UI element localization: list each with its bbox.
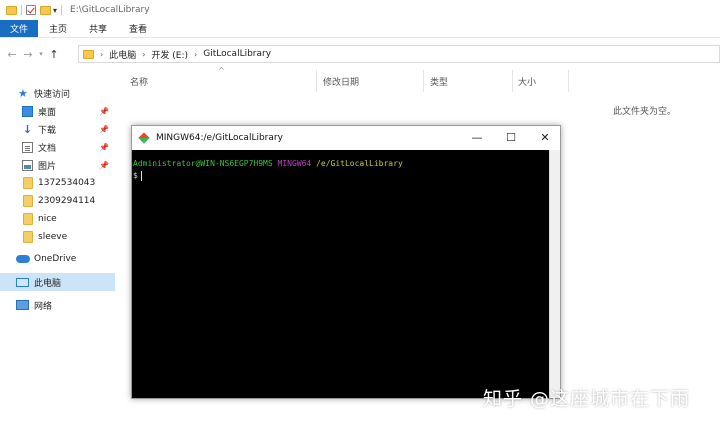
column-header-size[interactable]: 大小 [518,72,536,90]
navigation-bar: ← → ▾ ↑ › 此电脑 › 开发 (E:) › GitLocalLibrar… [0,42,720,66]
window-title: E:\GitLocalLibrary [70,5,150,15]
chevron-right-icon[interactable]: › [100,50,103,59]
sidebar-item-folder-sleeve[interactable]: sleeve [0,228,115,246]
prompt-line: Administrator@WIN-NS6EGP7H9MS MINGW64 /e… [133,158,548,170]
sidebar-item-pictures[interactable]: 图片 📌 [0,156,115,174]
pin-icon: 📌 [99,160,109,170]
folder-icon [23,177,33,189]
folder-icon [23,213,33,225]
sidebar-item-label: sleeve [38,232,68,242]
column-divider[interactable] [316,70,317,92]
breadcrumb-this-pc[interactable]: 此电脑 [109,48,136,61]
desktop-icon [22,105,33,117]
prompt-environment: MINGW64 [277,159,312,168]
text-cursor [140,170,142,181]
sidebar-item-folder-1372534043[interactable]: 1372534043 [0,174,115,192]
sidebar-item-folder-2309294114[interactable]: 2309294114 [0,192,115,210]
git-bash-title-bar[interactable]: MINGW64:/e/GitLocalLibrary — ☐ ✕ [132,126,560,150]
title-bar: ▾ E:\GitLocalLibrary [0,0,720,20]
git-bash-window[interactable]: MINGW64:/e/GitLocalLibrary — ☐ ✕ Adminis… [131,125,561,399]
folder-icon [23,231,33,243]
folder-icon [6,5,17,15]
pin-icon: 📌 [99,142,109,152]
recent-locations-icon[interactable]: ▾ [36,50,46,58]
sidebar-item-network[interactable]: 网络 [0,296,115,314]
sidebar-item-label: 图片 [38,161,57,172]
customize-quick-access-icon[interactable]: ▾ [53,6,57,15]
watermark: 知乎 @这座城市在下雨 [483,388,691,410]
prompt-path: /e/GitLocalLibrary [316,159,403,168]
download-icon: ↓ [22,122,33,136]
star-icon: ★ [18,86,28,100]
forward-arrow-icon[interactable]: → [20,48,36,61]
breadcrumb-drive[interactable]: 开发 (E:) [151,48,188,61]
tab-view[interactable]: 查看 [118,20,158,37]
input-line[interactable]: $ [133,170,548,182]
sidebar-item-label: 快速访问 [34,89,71,100]
sidebar-item-onedrive[interactable]: OneDrive [0,250,115,268]
sidebar-item-label: nice [38,214,57,224]
properties-icon[interactable] [26,5,36,15]
sidebar-item-label: 文档 [38,143,57,154]
sidebar-item-label: 网络 [34,301,53,312]
sidebar-item-label: OneDrive [34,254,77,264]
sidebar-item-label: 2309294114 [38,196,96,206]
tab-share[interactable]: 共享 [78,20,118,37]
sidebar-item-label: 1372534043 [38,178,96,188]
sidebar-item-quick-access[interactable]: ★ 快速访问 [0,84,115,102]
document-icon [22,141,33,153]
close-button[interactable]: ✕ [528,126,562,148]
column-header-name[interactable]: 名称 [130,72,148,90]
column-divider[interactable] [512,70,513,92]
tab-home[interactable]: 主页 [38,20,78,37]
sidebar-item-documents[interactable]: 文档 📌 [0,138,115,156]
empty-folder-message: 此文件夹为空。 [613,107,677,117]
breadcrumb-folder[interactable]: GitLocalLibrary [203,49,271,59]
maximize-button[interactable]: ☐ [494,126,528,148]
picture-icon [22,159,33,171]
chevron-right-icon[interactable]: › [194,50,197,59]
prompt-symbol: $ [133,171,138,180]
separator [21,5,22,15]
chevron-right-icon[interactable]: › [142,50,145,59]
back-arrow-icon[interactable]: ← [4,48,20,61]
terminal-area[interactable]: Administrator@WIN-NS6EGP7H9MS MINGW64 /e… [132,150,549,398]
folder-icon [83,49,94,59]
column-header-type[interactable]: 类型 [430,72,448,90]
column-divider[interactable] [568,70,569,92]
separator [61,5,63,15]
column-header-date-modified[interactable]: 修改日期 [323,72,359,90]
cloud-icon [16,255,30,263]
navigation-pane: ★ 快速访问 桌面 📌 ↓ 下载 📌 文档 📌 图片 📌 1372534043 … [0,78,115,426]
up-arrow-icon[interactable]: ↑ [46,48,62,61]
git-window-title: MINGW64:/e/GitLocalLibrary [156,133,283,143]
sidebar-item-desktop[interactable]: 桌面 📌 [0,102,115,120]
new-folder-icon[interactable] [40,5,51,15]
sidebar-item-label: 此电脑 [34,278,62,289]
sidebar-item-downloads[interactable]: ↓ 下载 📌 [0,120,115,138]
computer-icon [16,277,29,287]
minimize-button[interactable]: — [460,126,494,148]
address-bar[interactable]: › 此电脑 › 开发 (E:) › GitLocalLibrary [78,45,720,63]
column-divider[interactable] [423,70,424,92]
pin-icon: 📌 [99,124,109,134]
ribbon-tabs: 文件 主页 共享 查看 [0,20,720,38]
sidebar-item-folder-nice[interactable]: nice [0,210,115,228]
sidebar-item-this-pc[interactable]: 此电脑 [0,273,115,291]
pin-icon: 📌 [99,106,109,116]
sort-ascending-icon: ^ [218,66,225,75]
folder-icon [23,195,33,207]
tab-file[interactable]: 文件 [0,20,39,37]
git-logo-icon [139,133,150,144]
network-icon [16,300,29,310]
terminal-scrollbar[interactable] [549,150,560,398]
sidebar-item-label: 下载 [38,125,57,136]
sidebar-item-label: 桌面 [38,107,57,118]
prompt-user-host: Administrator@WIN-NS6EGP7H9MS [133,159,273,168]
